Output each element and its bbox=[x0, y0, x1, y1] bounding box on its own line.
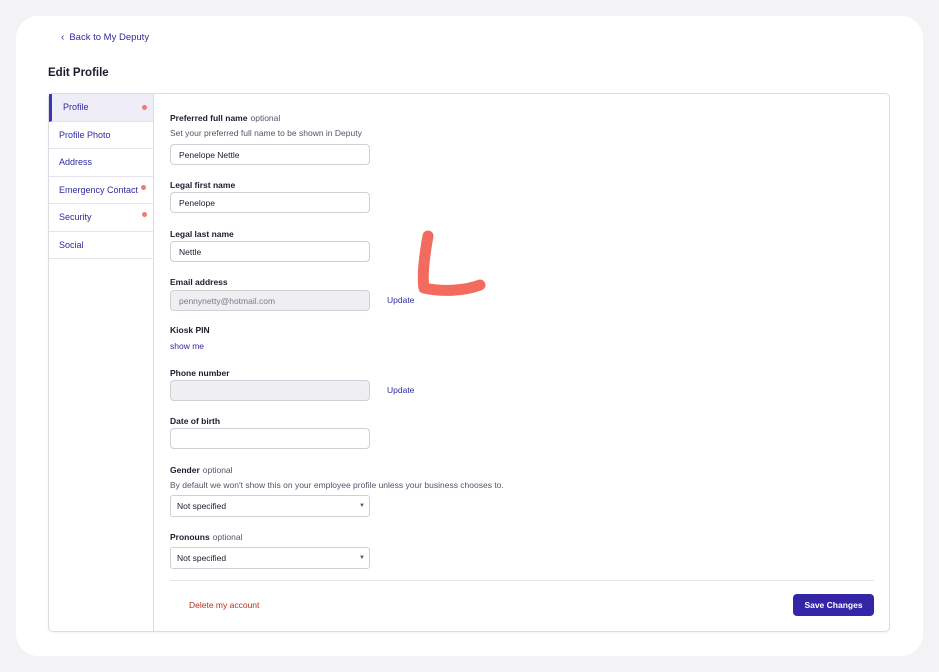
preferred-name-label-text: Preferred full name bbox=[170, 113, 248, 123]
sidebar-item-security[interactable]: Security bbox=[49, 204, 153, 232]
alert-dot bbox=[141, 184, 146, 190]
back-link[interactable]: ‹ Back to My Deputy bbox=[61, 32, 149, 43]
gender-select[interactable]: Not specified ▼ bbox=[170, 495, 370, 517]
pronouns-label: Pronouns optional bbox=[170, 532, 242, 542]
caret-down-icon: ▼ bbox=[359, 503, 365, 509]
phone-update-link[interactable]: Update bbox=[387, 385, 414, 395]
show-pin-link[interactable]: show me bbox=[170, 341, 204, 351]
sidebar-item-profile[interactable]: Profile bbox=[49, 94, 153, 122]
gender-select-value: Not specified bbox=[177, 501, 227, 511]
pronouns-select[interactable]: Not specified ▼ bbox=[170, 547, 370, 569]
sidebar-item-label: Social bbox=[59, 239, 84, 250]
profile-card: Profile Profile Photo Address Emergency … bbox=[48, 93, 890, 632]
pronouns-label-text: Pronouns bbox=[170, 532, 210, 542]
phone-input bbox=[170, 380, 370, 401]
email-input bbox=[170, 290, 370, 311]
sidebar-item-social[interactable]: Social bbox=[49, 232, 153, 259]
alert-dot bbox=[142, 212, 147, 217]
optional-tag: optional bbox=[202, 465, 233, 475]
legal-first-name-label: Legal first name bbox=[170, 180, 236, 190]
sidebar-item-label: Profile Photo bbox=[59, 129, 111, 140]
email-update-link[interactable]: Update bbox=[387, 295, 414, 305]
sidebar-item-label: Security bbox=[59, 212, 92, 223]
legal-first-name-input[interactable] bbox=[170, 192, 370, 213]
profile-form: Preferred full name optional Set your pre… bbox=[170, 94, 874, 631]
delete-account-link[interactable]: Delete my account bbox=[189, 600, 259, 610]
sidebar-item-profile-photo[interactable]: Profile Photo bbox=[49, 122, 153, 149]
sidebar-item-label: Address bbox=[59, 157, 93, 168]
sidebar-item-label: Emergency Contact bbox=[59, 184, 139, 195]
preferred-name-help: Set your preferred full name to be shown… bbox=[170, 128, 362, 138]
phone-label: Phone number bbox=[170, 368, 230, 378]
gender-label-text: Gender bbox=[170, 465, 200, 475]
profile-sidebar: Profile Profile Photo Address Emergency … bbox=[49, 94, 154, 631]
caret-down-icon: ▼ bbox=[359, 555, 365, 561]
chevron-left-icon: ‹ bbox=[61, 31, 65, 43]
email-label: Email address bbox=[170, 277, 228, 287]
optional-tag: optional bbox=[212, 532, 243, 542]
sidebar-item-label: Profile bbox=[63, 102, 89, 113]
dob-input[interactable] bbox=[170, 428, 370, 449]
save-changes-button[interactable]: Save Changes bbox=[793, 594, 874, 616]
dob-label: Date of birth bbox=[170, 416, 221, 426]
legal-last-name-label: Legal last name bbox=[170, 229, 234, 239]
back-link-label: Back to My Deputy bbox=[69, 32, 150, 43]
optional-tag: optional bbox=[250, 113, 281, 123]
gender-label: Gender optional bbox=[170, 465, 233, 475]
sidebar-item-emergency-contact[interactable]: Emergency Contact bbox=[49, 177, 153, 204]
kiosk-pin-label: Kiosk PIN bbox=[170, 325, 210, 335]
pronouns-select-value: Not specified bbox=[177, 553, 227, 563]
preferred-name-label: Preferred full name optional bbox=[170, 113, 280, 123]
sidebar-item-address[interactable]: Address bbox=[49, 149, 153, 177]
preferred-name-input[interactable] bbox=[170, 144, 370, 165]
footer-divider bbox=[170, 580, 874, 581]
gender-help: By default we won't show this on your em… bbox=[170, 480, 504, 490]
legal-last-name-input[interactable] bbox=[170, 241, 370, 262]
page-title: Edit Profile bbox=[48, 67, 109, 79]
alert-dot bbox=[142, 104, 147, 110]
